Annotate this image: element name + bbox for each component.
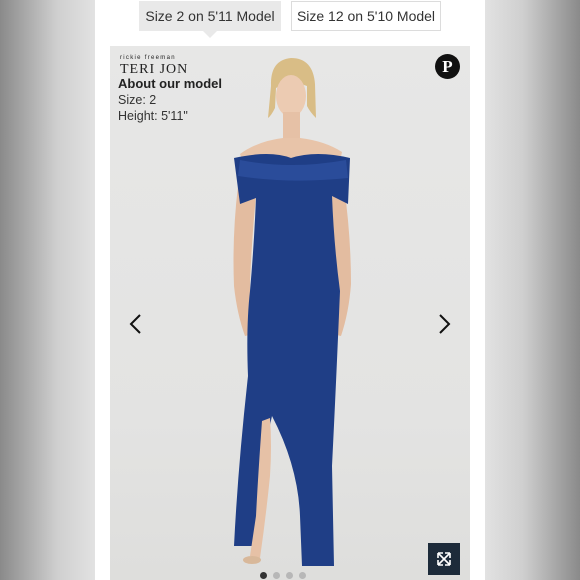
model-info-title: About our model <box>118 76 222 91</box>
chevron-left-icon[interactable] <box>126 312 146 336</box>
model-face <box>276 75 306 117</box>
chevron-right-icon[interactable] <box>434 312 454 336</box>
slide-dot[interactable] <box>299 572 306 579</box>
brand-logo: rickie freeman TERI JON <box>120 55 188 78</box>
size-model-tabs: Size 2 on 5'11 Model Size 12 on 5'10 Mod… <box>95 0 485 46</box>
model-shoe <box>243 556 261 564</box>
active-tab-caret <box>203 31 217 38</box>
background-blur-right <box>485 0 580 580</box>
background-blur-left <box>0 0 95 580</box>
tab-size-12-model[interactable]: Size 12 on 5'10 Model <box>291 1 441 31</box>
slide-dot[interactable] <box>260 572 267 579</box>
slide-dot[interactable] <box>286 572 293 579</box>
model-height: Height: 5'11" <box>118 109 188 123</box>
slide-dot[interactable] <box>273 572 280 579</box>
pinterest-icon[interactable]: P <box>435 54 460 79</box>
product-page: Size 2 on 5'11 Model Size 12 on 5'10 Mod… <box>95 0 485 580</box>
model-info: About our model Size: 2 Height: 5'11" <box>118 76 222 123</box>
model-size: Size: 2 <box>118 93 157 107</box>
tab-size-2-model[interactable]: Size 2 on 5'11 Model <box>139 1 281 31</box>
brand-logo-small: rickie freeman <box>120 55 176 61</box>
model-neck <box>283 112 300 142</box>
slide-indicators <box>260 566 312 579</box>
product-image-gallery[interactable]: rickie freeman TERI JON About our model … <box>110 46 470 580</box>
model-photo <box>233 58 351 566</box>
expand-icon[interactable] <box>428 543 460 575</box>
